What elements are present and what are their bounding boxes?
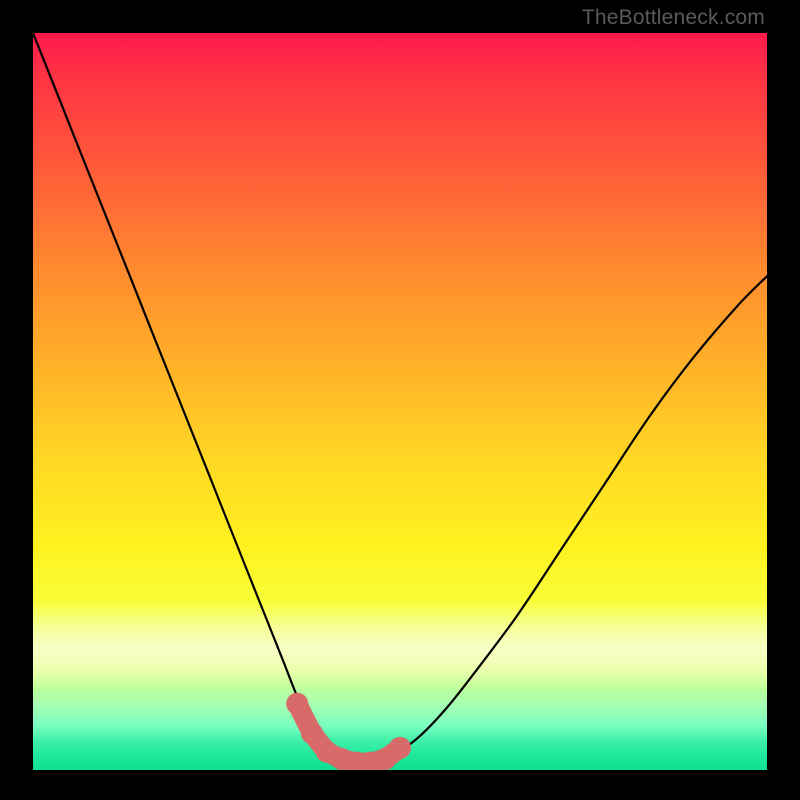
marker-dot: [389, 737, 411, 759]
chart-frame: TheBottleneck.com: [0, 0, 800, 800]
bottom-marker-stroke: [297, 704, 400, 763]
marker-dot: [301, 722, 323, 744]
plot-area: [33, 33, 767, 770]
marker-dot: [316, 741, 338, 763]
marker-dot: [345, 752, 367, 770]
watermark-text: TheBottleneck.com: [582, 6, 765, 30]
marker-dot: [330, 748, 352, 770]
marker-dot: [360, 752, 382, 770]
marker-dot: [286, 693, 308, 715]
marker-dot: [374, 748, 396, 770]
bottom-marker-dots: [286, 693, 411, 770]
bottleneck-curve: [33, 33, 767, 763]
pale-yellow-band: [33, 600, 767, 688]
curve-svg: [33, 33, 767, 770]
